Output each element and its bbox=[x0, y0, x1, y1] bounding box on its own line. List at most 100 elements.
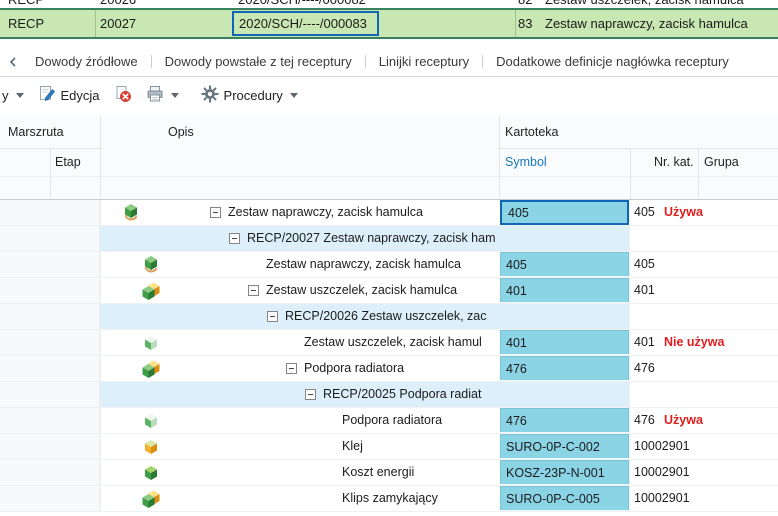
item-label: RECP/20025 Podpora radiat bbox=[323, 387, 482, 401]
grid-line bbox=[630, 148, 631, 199]
tree-row[interactable]: Podpora radiatora 476 476 bbox=[0, 356, 778, 382]
doc-symbol: 2020/SCH/----/000083 bbox=[239, 16, 367, 31]
nr-kat-cell: 405 bbox=[634, 205, 655, 219]
column-header-opis[interactable]: Opis bbox=[168, 125, 194, 139]
tree-row[interactable]: Koszt energii KOSZ-23P-N-001 10002901 bbox=[0, 460, 778, 486]
cost-icon bbox=[142, 464, 160, 482]
doc-number: 20027 bbox=[100, 16, 137, 31]
symbol-cell[interactable]: 405 bbox=[500, 200, 629, 225]
delete-icon bbox=[114, 85, 132, 106]
grid-line bbox=[499, 116, 500, 199]
symbol-cell[interactable]: 401 bbox=[500, 330, 629, 355]
product-icon bbox=[122, 204, 140, 222]
tab-dowody-powstale[interactable]: Dowody powstałe z tej receptury bbox=[152, 54, 365, 69]
add-button-partial[interactable]: y bbox=[2, 88, 24, 103]
tree-row[interactable]: Zestaw uszczelek, zacisk hamulca 401 401 bbox=[0, 278, 778, 304]
collapse-icon[interactable] bbox=[229, 233, 240, 244]
gear-icon bbox=[201, 85, 219, 106]
print-button[interactable] bbox=[146, 85, 179, 106]
nr-kat-cell: 476 bbox=[634, 361, 655, 375]
half-icon bbox=[142, 412, 160, 430]
item-label: Klips zamykający bbox=[342, 491, 438, 505]
procedures-button-label: Procedury bbox=[223, 87, 283, 103]
symbol-cell[interactable]: SURO-0P-C-005 bbox=[500, 486, 629, 511]
table-header: Marszruta Opis Kartoteka Etap Symbol Nr.… bbox=[0, 116, 778, 200]
product-icon bbox=[142, 256, 160, 274]
column-header-marszruta[interactable]: Marszruta bbox=[8, 125, 64, 139]
tab-bar: Dowody źródłowe Dowody powstałe z tej re… bbox=[0, 47, 778, 77]
collapse-icon[interactable] bbox=[305, 389, 316, 400]
column-header-grupa[interactable]: Grupa bbox=[704, 155, 739, 169]
collapse-icon[interactable] bbox=[210, 207, 221, 218]
chevron-down-icon bbox=[170, 92, 179, 98]
nr-kat-cell: 10002901 bbox=[634, 465, 690, 479]
item-label: RECP/20026 Zestaw uszczelek, zac bbox=[285, 309, 487, 323]
usage-note: Używa bbox=[664, 413, 703, 427]
tree-row[interactable]: Zestaw uszczelek, zacisk hamul 401 401 N… bbox=[0, 330, 778, 356]
usage-note: Nie używa bbox=[664, 335, 725, 349]
column-header-nr-kat[interactable]: Nr. kat. bbox=[654, 155, 694, 169]
add-button-label: y bbox=[2, 87, 9, 103]
opis-cell: Zestaw naprawczy, zacisk hamulca bbox=[0, 252, 500, 277]
tree-body: Zestaw naprawczy, zacisk hamulca 405 405… bbox=[0, 200, 778, 512]
half-icon bbox=[142, 334, 160, 352]
doc-symbol-selected-cell[interactable]: 2020/SCH/----/000083 bbox=[232, 11, 379, 36]
column-header-etap[interactable]: Etap bbox=[55, 155, 81, 169]
tree-row[interactable]: Klej SURO-0P-C-002 10002901 bbox=[0, 434, 778, 460]
nr-kat-cell: 476 bbox=[634, 413, 655, 427]
column-group-kartoteka[interactable]: Kartoteka bbox=[505, 125, 559, 139]
chevron-down-icon bbox=[15, 92, 24, 98]
collapse-icon[interactable] bbox=[267, 311, 278, 322]
tab-dodatkowe-definicje[interactable]: Dodatkowe definicje nagłówka receptury bbox=[483, 54, 742, 69]
tree-row[interactable]: Zestaw naprawczy, zacisk hamulca 405 405 bbox=[0, 252, 778, 278]
opis-cell: Zestaw uszczelek, zacisk hamul bbox=[0, 330, 500, 355]
opis-cell: Zestaw naprawczy, zacisk hamulca bbox=[0, 200, 500, 225]
opis-cell: Podpora radiatora bbox=[0, 408, 500, 433]
symbol-cell[interactable]: 405 bbox=[500, 252, 629, 277]
doc-name: Zestaw naprawczy, zacisk hamulca bbox=[545, 16, 748, 31]
tabs-scroll-left-icon[interactable] bbox=[4, 56, 22, 68]
opis-cell: RECP/20027 Zestaw naprawczy, zacisk ham bbox=[0, 226, 500, 251]
tree-row[interactable]: Podpora radiatora 476 476 Używa bbox=[0, 408, 778, 434]
opis-cell: RECP/20025 Podpora radiat bbox=[0, 382, 500, 407]
collapse-icon[interactable] bbox=[248, 285, 259, 296]
document-row-previous[interactable]: RECP 20026 2020/SCH/----/000082 82 Zesta… bbox=[0, 0, 778, 8]
opis-cell: Zestaw uszczelek, zacisk hamulca bbox=[0, 278, 500, 303]
tree-row[interactable]: RECP/20026 Zestaw uszczelek, zac bbox=[0, 304, 778, 330]
toolbar: y Edycja Procedury bbox=[0, 78, 778, 112]
app-window: RECP 20026 2020/SCH/----/000082 82 Zesta… bbox=[0, 0, 778, 516]
edit-icon bbox=[38, 85, 56, 106]
doc-type: RECP bbox=[8, 0, 44, 8]
symbol-cell[interactable]: SURO-0P-C-002 bbox=[500, 434, 629, 459]
tree-row[interactable]: RECP/20025 Podpora radiat bbox=[0, 382, 778, 408]
delete-button[interactable] bbox=[114, 85, 132, 106]
item-label: Klej bbox=[342, 439, 363, 453]
doc-number: 20026 bbox=[100, 0, 136, 8]
item-label: Koszt energii bbox=[342, 465, 415, 479]
grid-line bbox=[0, 176, 778, 177]
grid-line bbox=[515, 10, 516, 37]
tree-row[interactable]: Zestaw naprawczy, zacisk hamulca 405 405… bbox=[0, 200, 778, 226]
symbol-cell[interactable]: 401 bbox=[500, 278, 629, 303]
tree-row[interactable]: Klips zamykający SURO-0P-C-005 10002901 bbox=[0, 486, 778, 512]
doc-lp: 83 bbox=[518, 16, 533, 31]
procedures-button[interactable]: Procedury bbox=[201, 85, 298, 106]
item-label: Podpora radiatora bbox=[304, 361, 405, 375]
nr-kat-cell: 10002901 bbox=[634, 491, 690, 505]
tab-linijki-receptury[interactable]: Linijki receptury bbox=[366, 54, 482, 69]
nr-kat-cell: 401 bbox=[634, 283, 655, 297]
item-label: Zestaw uszczelek, zacisk hamulca bbox=[266, 283, 458, 297]
column-header-symbol[interactable]: Symbol bbox=[505, 155, 547, 169]
symbol-cell[interactable]: KOSZ-23P-N-001 bbox=[500, 460, 629, 485]
recipe-icon bbox=[142, 360, 160, 378]
tree-row[interactable]: RECP/20027 Zestaw naprawczy, zacisk ham bbox=[0, 226, 778, 252]
tab-dowody-zrodlowe[interactable]: Dowody źródłowe bbox=[22, 54, 151, 69]
document-row-selected[interactable]: RECP 20027 2020/SCH/----/000083 83 Zesta… bbox=[0, 10, 778, 37]
opis-cell: Koszt energii bbox=[0, 460, 500, 485]
item-label: RECP/20027 Zestaw naprawczy, zacisk ham bbox=[247, 231, 496, 245]
item-label: Zestaw naprawczy, zacisk hamulca bbox=[228, 205, 423, 219]
symbol-cell[interactable]: 476 bbox=[500, 356, 629, 381]
symbol-cell[interactable]: 476 bbox=[500, 408, 629, 433]
collapse-icon[interactable] bbox=[286, 363, 297, 374]
edit-button[interactable]: Edycja bbox=[38, 85, 100, 106]
